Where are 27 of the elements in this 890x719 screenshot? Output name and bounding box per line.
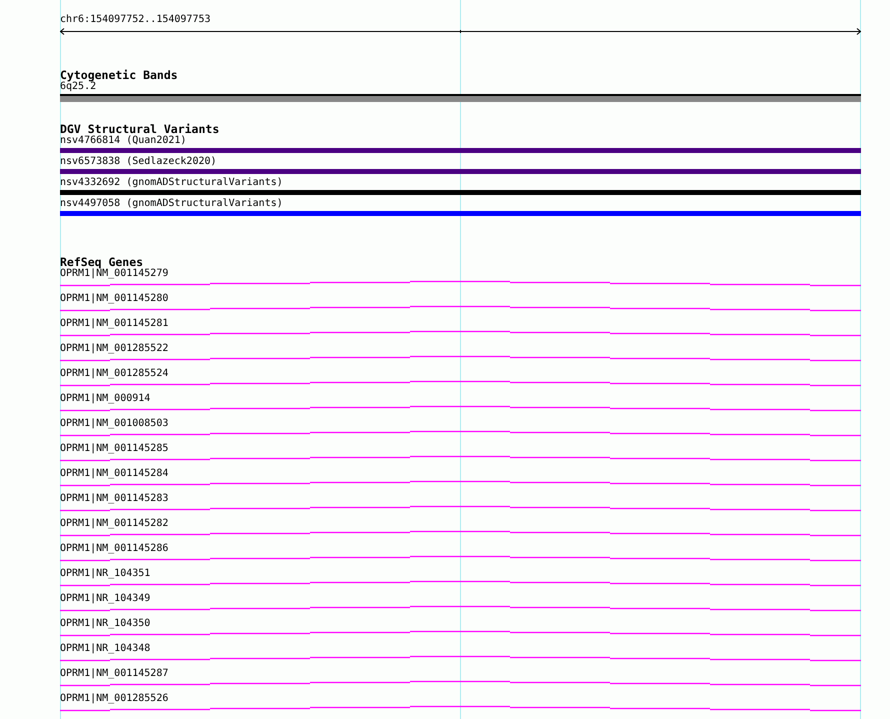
ruler-label: chr6:154097752..154097753 — [60, 14, 212, 26]
variant-label: nsv4766814 (Quan2021) — [60, 135, 188, 147]
variant-label: nsv4332692 (gnomADStructuralVariants) — [60, 177, 284, 189]
track-title: RefSeq Genes — [60, 256, 144, 268]
gene-label: OPRM1|NM_001145281 — [60, 318, 170, 330]
gene-label: OPRM1|NR_104349 — [60, 593, 152, 605]
gene-label: OPRM1|NM_001285526 — [60, 693, 170, 705]
gene-label: OPRM1|NM_001285524 — [60, 368, 170, 380]
gene-label: OPRM1|NM_001145283 — [60, 493, 170, 505]
gene-label: OPRM1|NM_001145280 — [60, 293, 170, 305]
gene-label: OPRM1|NM_001145284 — [60, 468, 170, 480]
gene-label: OPRM1|NM_001145285 — [60, 443, 170, 455]
track-title: Cytogenetic Bands — [60, 69, 179, 81]
gene-label: OPRM1|NM_001145282 — [60, 518, 170, 530]
gene-label: OPRM1|NR_104350 — [60, 618, 152, 630]
gene-label: OPRM1|NM_001008503 — [60, 418, 170, 430]
gene-label: OPRM1|NM_001145286 — [60, 543, 170, 555]
gene-label: OPRM1|NM_001145287 — [60, 668, 170, 680]
variant-label: nsv6573838 (Sedlazeck2020) — [60, 156, 218, 168]
gene-label: OPRM1|NM_001145279 — [60, 268, 170, 280]
band-label: 6q25.2 — [60, 81, 96, 93]
gene-label: OPRM1|NR_104351 — [60, 568, 152, 580]
gene-label: OPRM1|NR_104348 — [60, 643, 152, 655]
variant-label: nsv4497058 (gnomADStructuralVariants) — [60, 198, 284, 210]
gene-label: OPRM1|NM_001285522 — [60, 343, 170, 355]
track-title: DGV Structural Variants — [60, 123, 220, 135]
gene-label: OPRM1|NM_000914 — [60, 393, 152, 405]
